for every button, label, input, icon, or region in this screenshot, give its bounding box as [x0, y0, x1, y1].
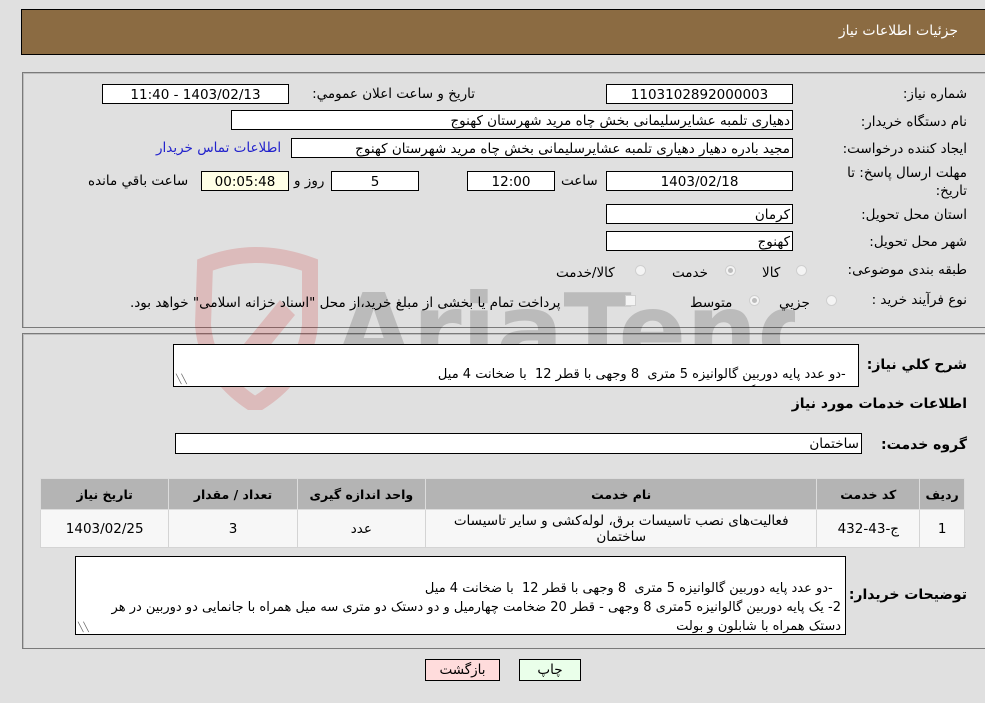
service-group-label: گروه خدمت:: [881, 437, 967, 453]
buyer-notes-label: توضیحات خریدار:: [848, 587, 967, 603]
requester-field[interactable]: مجید بادره دهیار دهیاری تلمبه عشایرسلیما…: [291, 138, 793, 158]
summary-text: -دو عدد پایه دوربین گالوانیزه 5 متری 8 و…: [437, 367, 854, 386]
page-title: جزئیات اطلاعات نیاز: [838, 23, 958, 39]
buyer-contact-link[interactable]: اطلاعات تماس خریدار: [156, 140, 281, 156]
category-option-goods-service: کالا/خدمت: [556, 265, 615, 281]
back-button[interactable]: بازگشت: [425, 659, 500, 681]
purchase-option-medium: متوسط: [690, 295, 733, 311]
purchase-option-minor: جزيي: [779, 295, 810, 311]
city-field[interactable]: کهنوج: [606, 231, 793, 251]
announce-datetime-field[interactable]: 1403/02/13 - 11:40: [102, 84, 289, 104]
deadline-label: مهلت ارسال پاسخ: تا تاریخ:: [847, 165, 967, 199]
purchase-type-label: نوع فرآیند خرید :: [871, 292, 967, 308]
table-row: 1 ج-43-432 فعالیت‌های نصب تاسیسات برق، ل…: [39, 509, 965, 548]
page-header: جزئیات اطلاعات نیاز: [21, 9, 985, 55]
remaining-time-field: 00:05:48: [201, 171, 289, 191]
cell-service-name: فعالیت‌های نصب تاسیسات برق، لوله‌کشی و س…: [425, 509, 818, 548]
col-row-number: ردیف: [919, 478, 965, 510]
col-service-code: کد خدمت: [816, 478, 921, 510]
requester-label: ایجاد کننده درخواست:: [842, 141, 967, 157]
resize-grip-icon[interactable]: ╲╲: [78, 624, 89, 633]
cell-row-number: 1: [919, 509, 965, 548]
col-need-date: تاریخ نیاز: [39, 478, 170, 510]
category-option-service: خدمت: [672, 265, 708, 281]
days-label: روز و: [294, 173, 325, 189]
remaining-time-label: ساعت باقي مانده: [88, 173, 189, 189]
summary-label: شرح کلي نياز:: [866, 357, 967, 373]
city-label: شهر محل تحویل:: [869, 234, 967, 250]
summary-textarea[interactable]: -دو عدد پایه دوربین گالوانیزه 5 متری 8 و…: [173, 344, 859, 387]
services-table-header: ردیف کد خدمت نام خدمت واحد اندازه گیری ت…: [39, 478, 965, 510]
purchase-radio-minor[interactable]: [826, 295, 837, 306]
services-table: ردیف کد خدمت نام خدمت واحد اندازه گیری ت…: [39, 478, 965, 548]
service-group-field[interactable]: ساختمان: [175, 433, 862, 454]
cell-need-date: 1403/02/25: [39, 509, 170, 548]
category-radio-goods-service[interactable]: [635, 265, 646, 276]
col-service-name: نام خدمت: [425, 478, 818, 510]
category-label: طبقه بندی موضوعی:: [847, 262, 967, 278]
announce-datetime-label: تاریخ و ساعت اعلان عمومي:: [312, 86, 475, 102]
deadline-date-field[interactable]: 1403/02/18: [606, 171, 793, 191]
province-field[interactable]: کرمان: [606, 204, 793, 224]
province-label: استان محل تحویل:: [861, 207, 967, 223]
print-button[interactable]: چاپ: [519, 659, 581, 681]
category-option-goods: کالا: [762, 265, 781, 281]
cell-service-code: ج-43-432: [816, 509, 921, 548]
treasury-note: پرداخت تمام یا بخشی از مبلغ خرید،از محل …: [130, 295, 561, 311]
category-radio-service[interactable]: [725, 265, 736, 276]
category-radio-goods[interactable]: [796, 265, 807, 276]
remaining-days-field[interactable]: 5: [331, 171, 419, 191]
need-number-label: شماره نیاز:: [902, 86, 967, 102]
deadline-time-field[interactable]: 12:00: [467, 171, 555, 191]
col-unit: واحد اندازه گیری: [296, 478, 427, 510]
col-quantity: تعداد / مقدار: [168, 478, 298, 510]
buyer-org-field[interactable]: دهیاری تلمبه عشایرسلیمانی بخش چاه مرید ش…: [231, 110, 793, 130]
cell-unit: عدد: [296, 509, 427, 548]
treasury-checkbox[interactable]: [625, 295, 636, 306]
cell-quantity: 3: [168, 509, 298, 548]
buyer-notes-textarea[interactable]: -دو عدد پایه دوربین گالوانیزه 5 متری 8 و…: [75, 556, 846, 635]
deadline-time-label: ساعت: [561, 173, 598, 189]
resize-grip-icon[interactable]: ╲╲: [176, 376, 187, 385]
buyer-notes-text: -دو عدد پایه دوربین گالوانیزه 5 متری 8 و…: [111, 581, 841, 634]
buyer-org-label: نام دستگاه خریدار:: [860, 114, 967, 130]
need-number-field[interactable]: 1103102892000003: [606, 84, 793, 104]
services-section-title: اطلاعات خدمات مورد نیاز: [791, 396, 967, 412]
purchase-radio-medium[interactable]: [749, 295, 760, 306]
